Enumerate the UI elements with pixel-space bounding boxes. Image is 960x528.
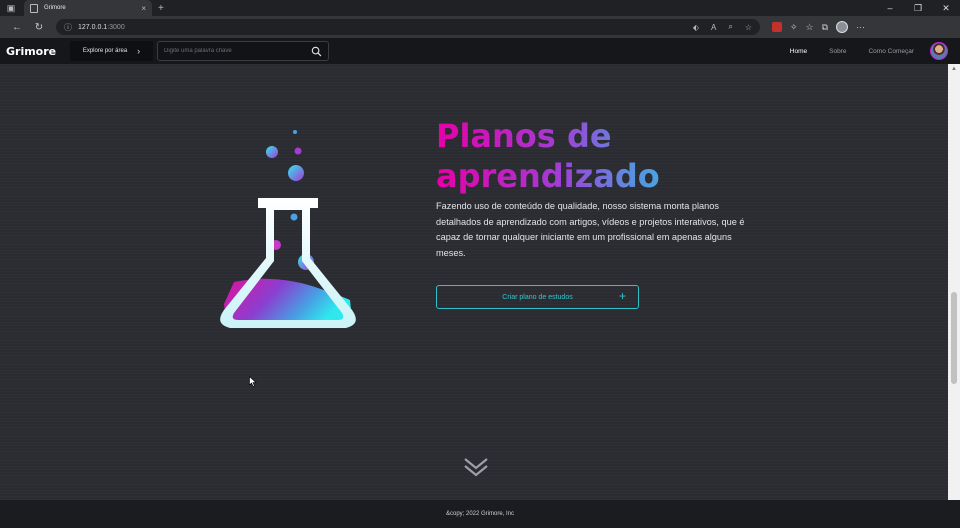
create-study-plan-button[interactable]: Criar plano de estudos + <box>436 285 639 309</box>
favorite-icon[interactable]: ☆ <box>745 23 752 32</box>
site-footer: &copy; 2022 Grimore, Inc <box>0 500 960 528</box>
chevron-double-down-icon[interactable] <box>462 456 490 478</box>
maximize-icon[interactable]: ❐ <box>904 3 932 14</box>
new-tab-icon[interactable]: + <box>158 3 164 14</box>
logo[interactable]: Grimore <box>6 45 68 58</box>
flask-icon <box>220 130 356 328</box>
extensions-area: ✧ ☆ ⧉ ··· <box>772 21 865 33</box>
collections-icon[interactable]: ⧉ <box>822 22 828 33</box>
plus-icon: + <box>618 289 626 303</box>
back-icon[interactable]: ← <box>6 22 28 33</box>
minimize-icon[interactable]: – <box>876 3 904 14</box>
tab-title: Grimore <box>44 5 66 11</box>
mouse-cursor-icon <box>249 376 257 387</box>
nav-sobre[interactable]: Sobre <box>829 48 846 55</box>
chevron-right-icon: › <box>137 46 141 56</box>
page-icon <box>30 3 38 13</box>
site-header: Grimore Explore por área › Home Sobre Co… <box>0 38 960 64</box>
zoom-icon[interactable]: ⌕ <box>728 22 732 32</box>
hero-title: Planos de aprendizado <box>436 116 736 196</box>
nav-como-comecar[interactable]: Como Começar <box>868 48 914 55</box>
hero-description: Fazendo uso de conteúdo de qualidade, no… <box>436 201 745 258</box>
read-aloud-icon[interactable]: A <box>711 23 716 32</box>
user-avatar[interactable] <box>930 42 948 60</box>
address-bar: ← ↻ ⓘ 127.0.0.1:3000 ⬖ A ⌕ ☆ ✧ ☆ ⧉ ··· <box>0 16 960 38</box>
scrollbar-thumb[interactable] <box>951 292 957 384</box>
hero-section: Planos de aprendizado Fazendo uso de cont… <box>0 64 948 500</box>
nav-home[interactable]: Home <box>790 48 807 55</box>
search-icon[interactable] <box>311 46 322 57</box>
favorites-icon[interactable]: ☆ <box>806 22 814 33</box>
browser-tab[interactable]: Grimore × <box>24 0 152 16</box>
url-text: 127.0.0.1:3000 <box>78 23 125 31</box>
scroll-up-icon[interactable]: ▲ <box>948 64 960 74</box>
profile-avatar[interactable] <box>836 21 849 33</box>
window-controls: – ❐ ✕ <box>876 3 960 14</box>
window-menu-icon[interactable]: ▣ <box>0 0 22 16</box>
puzzle-icon[interactable]: ✧ <box>790 22 798 33</box>
refresh-icon[interactable]: ↻ <box>28 22 50 33</box>
browser-tabstrip: ▣ Grimore × + – ❐ ✕ <box>0 0 960 16</box>
more-icon[interactable]: ··· <box>856 22 865 32</box>
search-input[interactable] <box>164 48 311 54</box>
search-box <box>157 41 329 61</box>
main-nav: Home Sobre Como Começar <box>790 48 914 55</box>
tag-icon[interactable]: ⬖ <box>693 23 699 32</box>
page-scrollbar[interactable]: ▲ <box>948 64 960 500</box>
footer-copyright: &copy; 2022 Grimore, Inc <box>445 511 515 517</box>
url-field[interactable]: ⓘ 127.0.0.1:3000 ⬖ A ⌕ ☆ <box>56 19 760 35</box>
explore-button[interactable]: Explore por área › <box>70 41 153 61</box>
close-window-icon[interactable]: ✕ <box>932 3 960 14</box>
explore-label: Explore por área <box>82 48 128 54</box>
close-tab-icon[interactable]: × <box>141 4 146 13</box>
cta-label: Criar plano de estudos <box>502 293 573 301</box>
extension-icon[interactable] <box>772 22 782 32</box>
info-icon[interactable]: ⓘ <box>64 22 72 33</box>
